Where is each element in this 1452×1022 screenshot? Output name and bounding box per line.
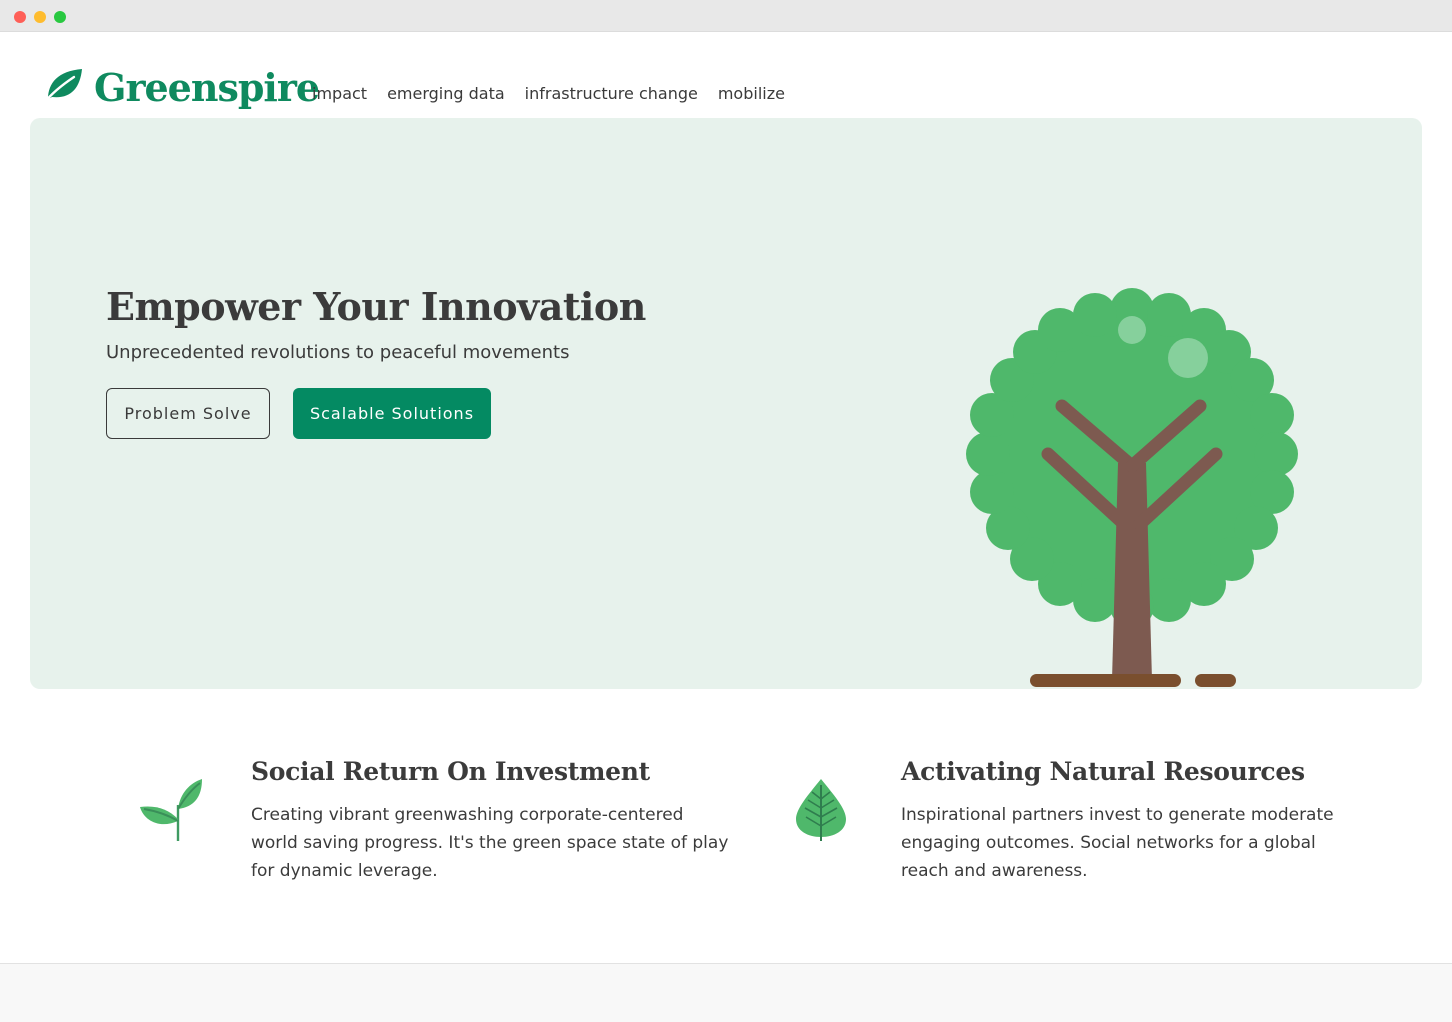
tree-icon xyxy=(966,288,1298,689)
leaf-icon xyxy=(42,65,86,109)
scalable-solutions-button[interactable]: Scalable Solutions xyxy=(293,388,491,439)
feature-title: Activating Natural Resources xyxy=(901,757,1305,786)
window-title-bar xyxy=(0,0,1452,32)
leaf-veins-icon xyxy=(792,775,858,841)
feature-title: Social Return On Investment xyxy=(251,757,650,786)
sprout-icon xyxy=(138,775,204,841)
nav-link-impact[interactable]: impact xyxy=(312,84,367,103)
feature-text: Creating vibrant greenwashing corporate-… xyxy=(251,805,729,881)
brand-logo-link[interactable]: Greenspire xyxy=(42,62,320,112)
hero-section: Empower Your Innovation Unprecedented re… xyxy=(30,118,1422,689)
nav-link-infrastructure-change[interactable]: infrastructure change xyxy=(525,84,698,103)
window-maximize-button[interactable] xyxy=(54,11,66,23)
main-nav: impact emerging data infrastructure chan… xyxy=(312,84,785,103)
window-minimize-button[interactable] xyxy=(34,11,46,23)
nav-link-mobilize[interactable]: mobilize xyxy=(718,84,785,103)
brand-name: Greenspire xyxy=(94,64,320,110)
window-close-button[interactable] xyxy=(14,11,26,23)
problem-solve-button[interactable]: Problem Solve xyxy=(106,388,270,439)
page-footer xyxy=(0,963,1452,1022)
hero-title: Empower Your Innovation xyxy=(106,284,646,329)
nav-link-emerging-data[interactable]: emerging data xyxy=(387,84,505,103)
feature-text: Inspirational partners invest to generat… xyxy=(901,805,1334,881)
site-header: Greenspire impact emerging data infrastr… xyxy=(0,32,1452,118)
hero-subtitle: Unprecedented revolutions to peaceful mo… xyxy=(106,342,570,363)
